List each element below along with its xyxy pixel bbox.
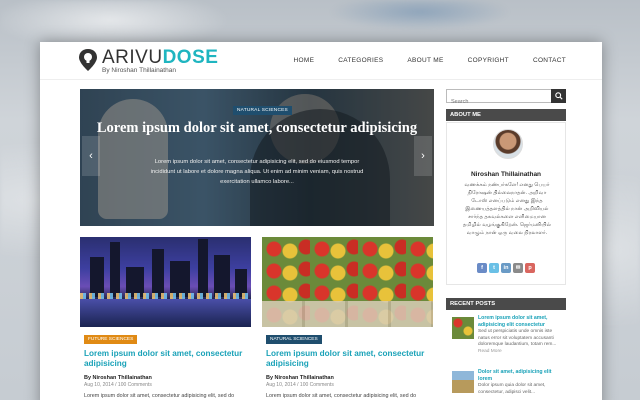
post-title[interactable]: Lorem ipsum dolor sit amet, consectetur … — [84, 349, 247, 369]
social-links: f t in ✉ p — [477, 263, 535, 273]
search-box — [446, 89, 566, 108]
search-input[interactable] — [447, 96, 551, 108]
recent-post-thumbnail[interactable] — [452, 371, 474, 393]
website-frame: ARIVUDOSE By Niroshan Thillainathan HOME… — [40, 42, 602, 400]
post-category-badge[interactable]: NATURAL SCIENCES — [266, 335, 322, 344]
post-thumbnail-apples[interactable] — [262, 237, 433, 327]
about-me-heading: ABOUT ME — [446, 109, 566, 121]
post-thumbnail-city[interactable] — [80, 237, 251, 327]
post-title[interactable]: Lorem ipsum dolor sit amet, consectetur … — [266, 349, 429, 369]
recent-post-excerpt: Dolor ipsum quia dolor sit amet, consect… — [478, 383, 546, 395]
facebook-icon[interactable]: f — [477, 263, 487, 273]
nav-about-me[interactable]: ABOUT ME — [407, 57, 443, 64]
post-card: FUTURE SCIENCES Lorem ipsum dolor sit am… — [80, 237, 251, 400]
chevron-left-icon: ‹ — [89, 150, 93, 162]
slider-next-button[interactable]: › — [414, 136, 432, 176]
email-icon[interactable]: ✉ — [513, 263, 523, 273]
slide-title[interactable]: Lorem ipsum dolor sit amet, consectetur … — [80, 120, 434, 137]
site-logo[interactable]: ARIVUDOSE By Niroshan Thillainathan — [78, 48, 218, 75]
recent-post-thumbnail[interactable] — [452, 317, 474, 339]
nav-home[interactable]: HOME — [294, 57, 315, 64]
about-text: வணக்கம் நண்பர்களே! எனது பெயர் நிரோஷன் தி… — [462, 182, 552, 236]
logo-title: ARIVUDOSE — [102, 47, 219, 68]
search-icon — [554, 92, 563, 100]
logo-subtitle: By Niroshan Thillainathan — [102, 67, 176, 74]
recent-post-title[interactable]: Dolor sit amet, adipisicing elit lorem — [478, 369, 564, 382]
twitter-icon[interactable]: t — [489, 263, 499, 273]
pinterest-icon[interactable]: p — [525, 263, 535, 273]
slide-category-badge[interactable]: NATURAL SCIENCES — [233, 106, 292, 115]
recent-post-item[interactable]: Dolor sit amet, adipisicing elit lorem D… — [446, 367, 566, 400]
recent-post-excerpt: Sed ut perspiciatis unde omnis iste natu… — [478, 329, 557, 347]
linkedin-icon[interactable]: in — [501, 263, 511, 273]
post-card: NATURAL SCIENCES Lorem ipsum dolor sit a… — [262, 237, 433, 400]
post-meta: Aug 10, 2014 / 100 Comments — [266, 382, 334, 388]
recent-posts-heading: RECENT POSTS — [446, 298, 566, 310]
post-excerpt: Lorem ipsum dolor sit amet, consectetur … — [84, 393, 235, 399]
avatar — [493, 129, 523, 159]
post-meta: Aug 10, 2014 / 100 Comments — [84, 382, 152, 388]
featured-slider[interactable]: NATURAL SCIENCES Lorem ipsum dolor sit a… — [80, 89, 434, 226]
recent-post-title[interactable]: Lorem ipsum dolor sit amet, adipisicing … — [478, 315, 564, 328]
post-author: By Niroshan Thillainathan — [84, 375, 152, 381]
read-more-link[interactable]: Read More — [478, 349, 502, 354]
about-name: Niroshan Thillainathan — [470, 171, 542, 178]
chevron-right-icon: › — [421, 150, 425, 162]
site-header: ARIVUDOSE By Niroshan Thillainathan HOME… — [40, 42, 602, 80]
post-category-badge[interactable]: FUTURE SCIENCES — [84, 335, 138, 344]
nav-contact[interactable]: CONTACT — [533, 57, 566, 64]
bulb-pin-logo-icon — [78, 48, 98, 72]
post-excerpt: Lorem ipsum dolor sit amet, consectetur … — [266, 393, 417, 399]
slide-excerpt: Lorem ipsum dolor sit amet, consectetur … — [150, 159, 364, 185]
nav-categories[interactable]: CATEGORIES — [338, 57, 383, 64]
slider-prev-button[interactable]: ‹ — [82, 136, 100, 176]
main-nav: HOME CATEGORIES ABOUT ME COPYRIGHT CONTA… — [294, 57, 566, 64]
recent-post-item[interactable]: Lorem ipsum dolor sit amet, adipisicing … — [446, 313, 566, 357]
search-button[interactable] — [551, 89, 566, 103]
nav-copyright[interactable]: COPYRIGHT — [468, 57, 509, 64]
about-me-widget: Niroshan Thillainathan வணக்கம் நண்பர்களே… — [446, 122, 566, 285]
post-author: By Niroshan Thillainathan — [266, 375, 334, 381]
